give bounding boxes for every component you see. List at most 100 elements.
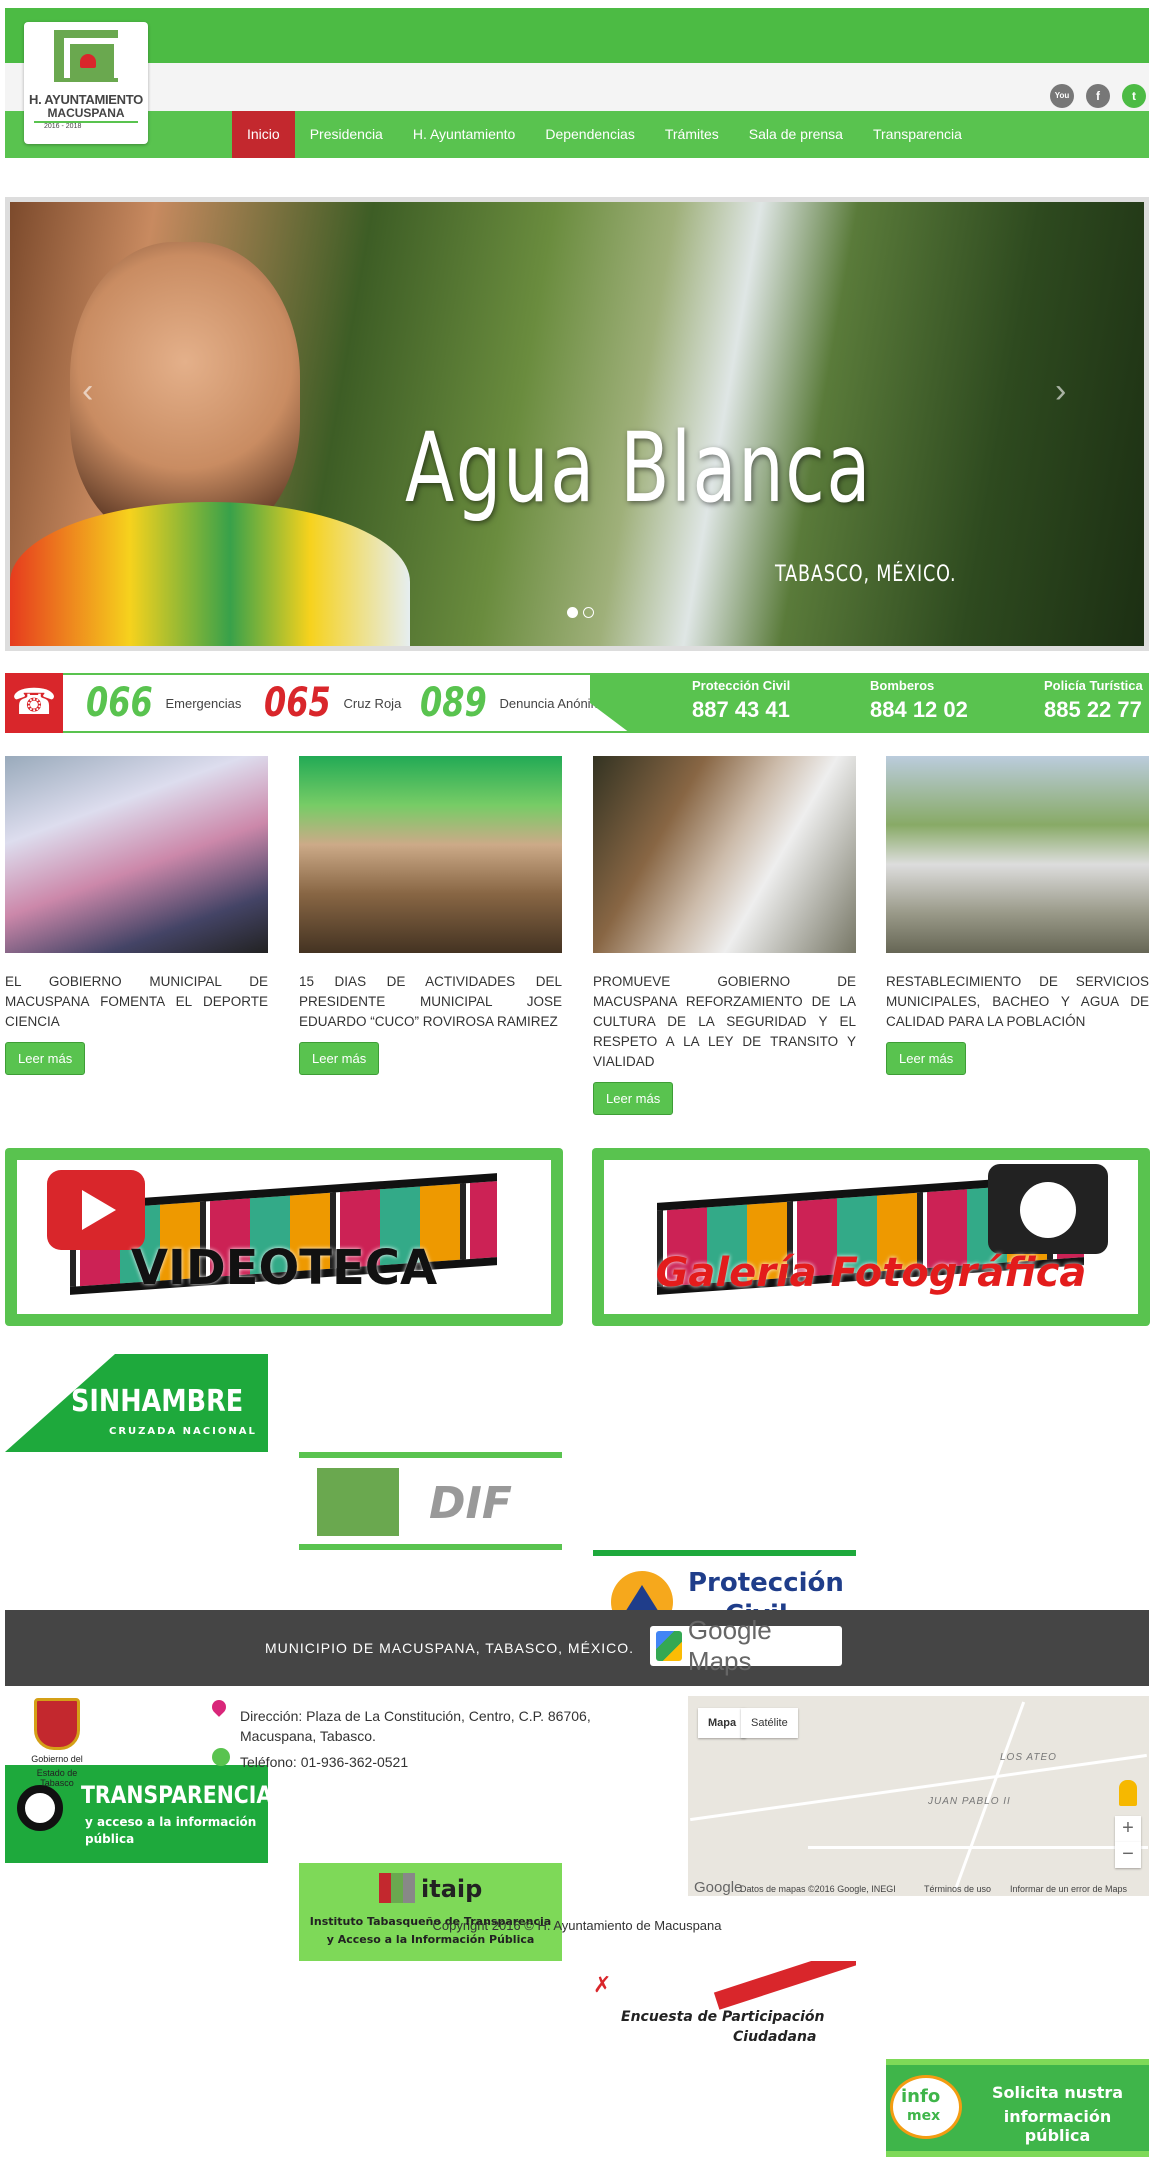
map-road: [808, 1846, 1148, 1849]
news-image[interactable]: [299, 756, 562, 953]
news-image[interactable]: [886, 756, 1149, 953]
copyright: Copyright 2016 © H. Ayuntamiento de Macu…: [432, 1918, 722, 1933]
location-pin-icon: [209, 1697, 229, 1717]
checkmark-icon: ✗: [593, 1973, 612, 1998]
infomex-tile[interactable]: info mex Solicita nustra información púb…: [886, 2059, 1149, 2157]
slide-subtitle: TABASCO, MÉXICO.: [775, 562, 957, 587]
site-logo[interactable]: H. AYUNTAMIENTO MACUSPANA 2016 - 2018: [24, 22, 148, 144]
emergency-number: 066: [86, 680, 153, 726]
youtube-icon[interactable]: You: [1050, 84, 1074, 108]
transparencia-title: TRANSPARENCIA: [81, 1781, 268, 1809]
slider-next-icon[interactable]: ›: [1055, 372, 1066, 411]
galeria-banner[interactable]: Galería Fotográfica: [592, 1148, 1150, 1326]
facebook-icon[interactable]: f: [1086, 84, 1110, 108]
slide-title: Agua Blanca: [405, 412, 872, 524]
news-item: EL GOBIERNO MUNICIPAL DE MACUSPANA FOMEN…: [5, 756, 268, 1075]
sinhambre-subtitle: CRUZADA NACIONAL: [109, 1426, 257, 1437]
nav-item-tramites[interactable]: Trámites: [650, 111, 734, 158]
nav-item-transparencia[interactable]: Transparencia: [858, 111, 977, 158]
news-item: RESTABLECIMIENTO DE SERVICIOS MUNICIPALE…: [886, 756, 1149, 1075]
itaip-tile[interactable]: itaip Instituto Tabasqueño de Transparen…: [299, 1863, 562, 1961]
map-place-label: LOS ATEO: [1000, 1752, 1057, 1763]
read-more-button[interactable]: Leer más: [886, 1042, 967, 1075]
news-title: PROMUEVE GOBIERNO DE MACUSPANA REFORZAMI…: [593, 974, 856, 1069]
news-title: RESTABLECIMIENTO DE SERVICIOS MUNICIPALE…: [886, 974, 1149, 1029]
nav-item-sala-de-prensa[interactable]: Sala de prensa: [734, 111, 858, 158]
hero-slider[interactable]: Agua Blanca TABASCO, MÉXICO. ‹ ›: [5, 197, 1149, 651]
emergency-number: 065: [264, 680, 331, 726]
encuesta-line2: Ciudadana: [733, 2029, 817, 2045]
twitter-icon[interactable]: t: [1122, 84, 1146, 108]
emergency-label: Cruz Roja: [343, 695, 402, 711]
news-image[interactable]: [593, 756, 856, 953]
map-tab-satelite[interactable]: Satélite: [741, 1708, 798, 1738]
map-attribution: Datos de mapas ©2016 Google, INEGI: [740, 1884, 896, 1894]
slide-dress: [10, 502, 410, 646]
fork-icon: ✕: [23, 1394, 47, 1427]
itaip-logo-icon: [379, 1873, 415, 1903]
dif-tile[interactable]: DIF: [299, 1452, 562, 1550]
service-proteccion-civil: Protección Civil 887 43 41: [692, 678, 790, 723]
map-report-link[interactable]: Informar de un error de Maps: [1010, 1884, 1127, 1894]
encuesta-line1: Encuesta de Participación: [621, 2009, 825, 2025]
service-name: Protección Civil: [692, 678, 791, 693]
map-zoom-out-button[interactable]: −: [1115, 1842, 1141, 1868]
google-maps-label: Google Maps: [687, 1615, 772, 1676]
read-more-button[interactable]: Leer más: [299, 1042, 380, 1075]
banner-title: VIDEOTECA: [130, 1240, 438, 1296]
logo-line2: MACUSPANA: [47, 106, 125, 120]
street-view-pegman-icon[interactable]: [1119, 1780, 1137, 1806]
encuesta-tile[interactable]: ✗ Encuesta de Participación Ciudadana: [593, 1961, 856, 2059]
nav-item-dependencias[interactable]: Dependencias: [530, 111, 650, 158]
slide-portrait: [70, 242, 300, 542]
infomex-logo-icon: info mex: [890, 2075, 962, 2139]
service-policia-turistica: Policía Turística 885 22 77: [1044, 678, 1143, 723]
videoteca-banner[interactable]: VIDEOTECA: [5, 1148, 563, 1326]
service-phone: 885 22 77: [1044, 697, 1142, 722]
nav-item-ayuntamiento[interactable]: H. Ayuntamiento: [398, 111, 530, 158]
infomex-logo-mex: mex: [907, 2108, 941, 2124]
footer-bar-text: MUNICIPIO DE MACUSPANA, TABASCO, MÉXICO.: [265, 1640, 635, 1656]
emergency-number: 089: [420, 680, 487, 726]
service-name: Policía Turística: [1044, 678, 1143, 693]
logo-line1: H. AYUNTAMIENTO: [29, 92, 143, 107]
phone-number: Teléfono: 01-936-362-0521: [240, 1754, 409, 1770]
service-name: Bomberos: [870, 678, 935, 693]
read-more-button[interactable]: Leer más: [593, 1082, 674, 1115]
slider-prev-icon[interactable]: ‹: [82, 372, 93, 411]
nav-item-presidencia[interactable]: Presidencia: [295, 111, 398, 158]
logo-line3: 2016 - 2018: [34, 121, 138, 130]
google-maps-button[interactable]: Google Maps: [650, 1615, 842, 1676]
crest-text-line2: Estado de Tabasco: [36, 1768, 78, 1788]
nav-item-inicio[interactable]: Inicio: [232, 111, 295, 158]
crest-text-line1: Gobierno del: [31, 1754, 83, 1764]
infomex-line1: Solicita nustra: [991, 2083, 1124, 2102]
address-line1: Dirección: Plaza de La Constitución, Cen…: [240, 1708, 591, 1724]
map-pin-icon: [656, 1631, 682, 1661]
slider-dot-1[interactable]: [567, 607, 578, 618]
embedded-map[interactable]: Mapa Satélite LOS ATEO JUAN PABLO II + −…: [688, 1696, 1149, 1896]
phone-contact-icon: [212, 1748, 230, 1766]
map-road: [690, 1753, 1147, 1822]
phone-icon: ☎: [5, 673, 63, 733]
emergency-066: 066 Emergencias: [86, 673, 241, 733]
proteccion-line1: Protección: [688, 1568, 844, 1598]
play-icon: [47, 1170, 145, 1250]
gobierno-tabasco-logo[interactable]: Gobierno del Estado de Tabasco: [24, 1698, 90, 1788]
banner-frame: Galería Fotográfica: [604, 1160, 1138, 1314]
sinhambre-tile[interactable]: ✕ SINHAMBRE CRUZADA NACIONAL: [5, 1354, 268, 1452]
header-top-band: [5, 8, 1149, 63]
news-image[interactable]: [5, 756, 268, 953]
map-tab-mapa[interactable]: Mapa: [698, 1708, 747, 1738]
banner-title: Galería Fotográfica: [655, 1250, 1087, 1296]
dif-logo-icon: [317, 1468, 399, 1536]
dif-label: DIF: [429, 1478, 512, 1529]
map-terms-link[interactable]: Términos de uso: [924, 1884, 991, 1894]
news-title: EL GOBIERNO MUNICIPAL DE MACUSPANA FOMEN…: [5, 974, 268, 1029]
map-place-label: JUAN PABLO II: [928, 1796, 1011, 1807]
service-bomberos: Bomberos 884 12 02: [870, 678, 968, 723]
map-zoom-in-button[interactable]: +: [1115, 1816, 1141, 1842]
read-more-button[interactable]: Leer más: [5, 1042, 86, 1075]
slider-dot-2[interactable]: [583, 607, 594, 618]
service-phone: 884 12 02: [870, 697, 968, 722]
